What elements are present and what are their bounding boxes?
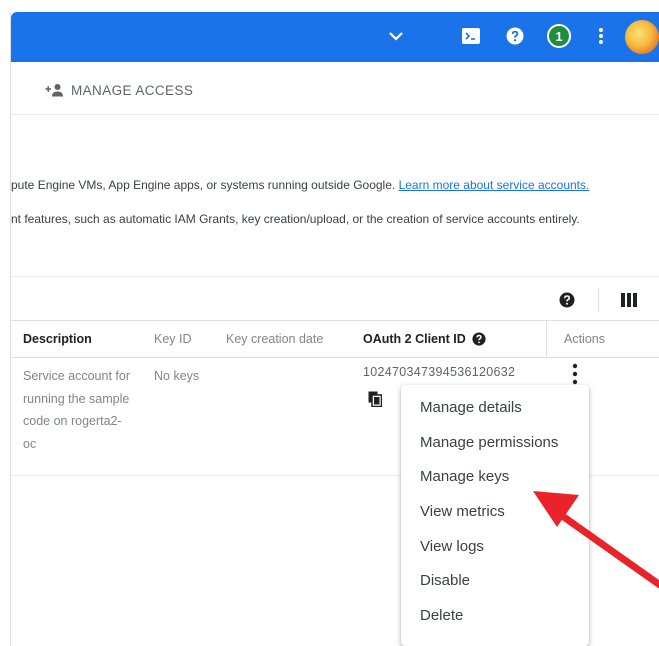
red-arrow-annotation: [533, 491, 659, 589]
divider: [11, 276, 659, 277]
add-person-icon: [45, 84, 63, 97]
cell-oauth-client-id: 102470347394536120632: [363, 365, 516, 379]
cloud-shell-icon[interactable]: [461, 26, 481, 46]
copy-icon[interactable]: [368, 391, 382, 407]
menu-item-delete[interactable]: Delete: [401, 599, 589, 634]
more-vert-icon[interactable]: [571, 363, 579, 385]
notification-count: 1: [555, 28, 563, 44]
help-icon[interactable]: [559, 292, 575, 308]
notifications-icon[interactable]: 1: [547, 24, 571, 48]
divider: [11, 114, 659, 115]
column-header-key-id[interactable]: Key ID: [154, 332, 192, 346]
column-header-key-creation-date[interactable]: Key creation date: [226, 332, 323, 346]
user-avatar[interactable]: [625, 20, 659, 54]
manage-access-label: MANAGE ACCESS: [71, 82, 194, 98]
column-header-oauth-label: OAuth 2 Client ID: [363, 332, 466, 346]
column-header-actions: Actions: [564, 332, 605, 346]
column-display-icon[interactable]: [621, 293, 637, 307]
help-icon[interactable]: [472, 332, 486, 346]
column-header-oauth-client-id[interactable]: OAuth 2 Client ID: [363, 332, 486, 346]
column-header-description[interactable]: Description: [23, 332, 92, 346]
help-icon[interactable]: [505, 26, 525, 46]
menu-item-manage-details[interactable]: Manage details: [401, 391, 589, 426]
console-frame: 1 MANAGE ACCESS pute Engine VMs, App Eng…: [10, 12, 659, 646]
toolbar-separator: [598, 288, 599, 312]
cell-key-id: No keys: [154, 369, 200, 383]
info-line-1: pute Engine VMs, App Engine apps, or sys…: [11, 178, 589, 192]
top-app-bar: 1: [11, 12, 659, 62]
cell-description: Service account for running the sample c…: [23, 369, 130, 451]
info-line-1-text: pute Engine VMs, App Engine apps, or sys…: [11, 178, 399, 192]
table-header: Description Key ID Key creation date OAu…: [11, 320, 659, 358]
menu-item-manage-permissions[interactable]: Manage permissions: [401, 426, 589, 461]
column-separator: [546, 321, 547, 357]
learn-more-link[interactable]: Learn more about service accounts.: [399, 178, 590, 192]
chevron-down-icon[interactable]: [386, 26, 406, 46]
more-vert-icon[interactable]: [591, 26, 611, 46]
info-line-2: nt features, such as automatic IAM Grant…: [11, 212, 580, 226]
manage-access-button[interactable]: MANAGE ACCESS: [45, 80, 193, 100]
